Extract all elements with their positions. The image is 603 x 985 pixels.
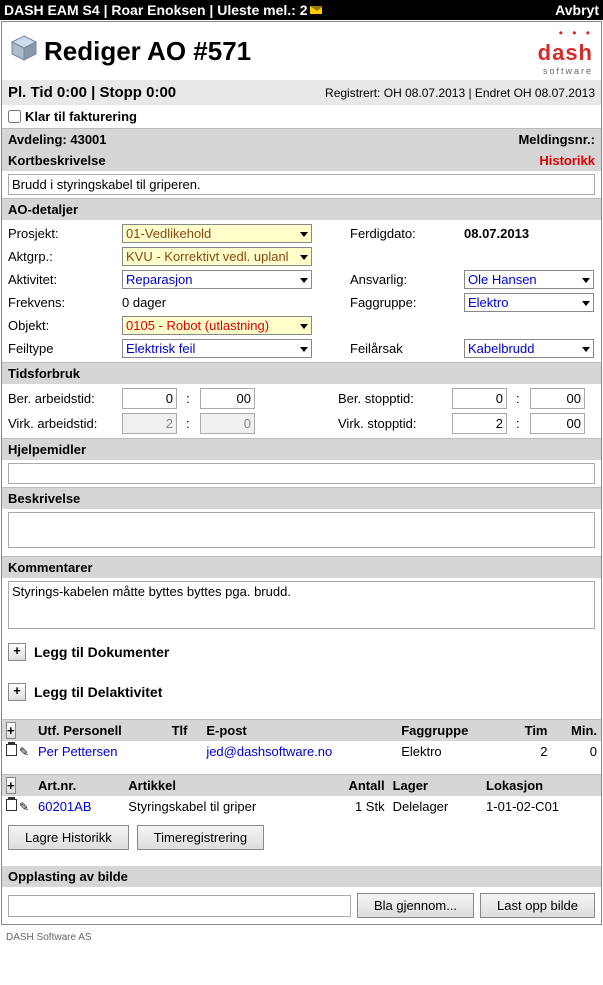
upload-button[interactable]: Last opp bilde [480,893,595,918]
kommentarer-title: Kommentarer [8,560,93,575]
ber-arbeid-label: Ber. arbeidstid: [8,391,118,406]
pers-h5: Tim [507,720,552,742]
short-desc-input[interactable] [8,174,595,195]
faggruppe-label: Faggruppe: [350,295,460,310]
beskrivelse-title: Beskrivelse [8,491,80,506]
artikkel-name: Styringskabel til griper [124,796,324,817]
ber-arbeid-h[interactable] [122,388,177,409]
feilarsak-select[interactable]: Kabelbrudd [464,339,594,358]
ber-stopp-label: Ber. stopptid: [338,391,448,406]
pers-h4: Faggruppe [397,720,506,742]
expand-dokumenter-button[interactable]: + [8,643,26,661]
feiltype-label: Feiltype [8,341,118,356]
artikkel-lager: Delelager [389,796,482,817]
aktgrp-select[interactable]: KVU - Korrektivt vedl. uplanl [122,247,312,266]
prosjekt-select[interactable]: 01-Vedlikehold [122,224,312,243]
dokumenter-title: Legg til Dokumenter [34,644,169,660]
ber-stopp-m[interactable] [530,388,585,409]
objekt-select[interactable]: 0105 - Robot (utlastning) [122,316,312,335]
browse-button[interactable]: Bla gjennom... [357,893,474,918]
art-h1: Art.nr. [34,775,124,797]
art-h2: Artikkel [124,775,324,797]
ready-invoice-label: Klar til fakturering [25,109,137,124]
add-personell-button[interactable]: + [6,722,16,739]
prosjekt-label: Prosjekt: [8,226,118,241]
virk-arbeid-h [122,413,177,434]
lagre-historikk-button[interactable]: Lagre Historikk [8,825,129,850]
trash-icon[interactable] [6,799,17,811]
file-path-box [8,895,351,917]
registered-info: Registrert: OH 08.07.2013 | Endret OH 08… [325,86,595,100]
personell-mail-link[interactable]: jed@dashsoftware.no [202,741,397,762]
topbar-text: DASH EAM S4 | Roar Enoksen | Uleste mel.… [4,2,307,18]
feiltype-select[interactable]: Elektrisk feil [122,339,312,358]
add-artikkel-button[interactable]: + [6,777,16,794]
tidsforbruk-title: Tidsforbruk [8,366,80,381]
cancel-button[interactable]: Avbryt [555,2,599,18]
aktivitet-label: Aktivitet: [8,272,118,287]
personell-group: Elektro [397,741,506,762]
artikkel-lokasjon: 1-01-02-C01 [482,796,601,817]
ansvarlig-select[interactable]: Ole Hansen [464,270,594,289]
ferdigdato-value: 08.07.2013 [464,226,594,241]
pers-h1: Utf. Personell [34,720,168,742]
beskrivelse-input[interactable] [8,512,595,548]
ready-invoice-checkbox[interactable] [8,110,21,123]
ao-details-title: AO-detaljer [8,202,78,217]
short-desc-label: Kortbeskrivelse [8,153,106,168]
ferdigdato-label: Ferdigdato: [350,226,460,241]
hjelpemidler-title: Hjelpemidler [8,442,86,457]
table-row: ✎ Per Pettersen jed@dashsoftware.no Elek… [2,741,601,762]
history-link[interactable]: Historikk [539,153,595,168]
pers-h3: E-post [202,720,397,742]
delaktivitet-title: Legg til Delaktivitet [34,684,162,700]
personell-tim: 2 [507,741,552,762]
artikkel-antall: 1 Stk [324,796,389,817]
virk-arbeid-m [200,413,255,434]
ber-stopp-h[interactable] [452,388,507,409]
feilarsak-label: Feilårsak [350,341,460,356]
page-title: Rediger AO #571 [10,34,251,69]
virk-stopp-m[interactable] [530,413,585,434]
virk-stopp-h[interactable] [452,413,507,434]
virk-arbeid-label: Virk. arbeidstid: [8,416,118,431]
art-h4: Lager [389,775,482,797]
ansvarlig-label: Ansvarlig: [350,272,460,287]
art-h3: Antall [324,775,389,797]
personell-min: 0 [552,741,602,762]
pers-h2: Tlf [168,720,203,742]
mail-icon[interactable] [309,5,323,15]
app-icon [10,34,38,69]
ber-arbeid-m[interactable] [200,388,255,409]
aktgrp-label: Aktgrp.: [8,249,118,264]
kommentarer-input[interactable]: Styrings-kabelen måtte byttes byttes pga… [8,581,595,629]
art-h5: Lokasjon [482,775,601,797]
footer-text: DASH Software AS [0,926,603,949]
department-label: Avdeling: 43001 [8,132,107,147]
upload-title: Opplasting av bilde [2,866,601,887]
personell-name-link[interactable]: Per Pettersen [34,741,168,762]
hjelpemidler-input[interactable] [8,463,595,484]
artnr-link[interactable]: 60201AB [34,796,124,817]
aktivitet-select[interactable]: Reparasjon [122,270,312,289]
edit-icon[interactable]: ✎ [19,800,29,814]
timeregistrering-button[interactable]: Timeregistrering [137,825,264,850]
frekvens-value: 0 dager [122,295,312,310]
expand-delaktivitet-button[interactable]: + [8,683,26,701]
plan-time: Pl. Tid 0:00 | Stopp 0:00 [8,84,176,101]
faggruppe-select[interactable]: Elektro [464,293,594,312]
table-row: ✎ 60201AB Styringskabel til griper 1 Stk… [2,796,601,817]
edit-icon[interactable]: ✎ [19,745,29,759]
trash-icon[interactable] [6,744,17,756]
frekvens-label: Frekvens: [8,295,118,310]
virk-stopp-label: Virk. stopptid: [338,416,448,431]
logo: • • • dash software [538,26,593,76]
objekt-label: Objekt: [8,318,118,333]
message-nr-label: Meldingsnr.: [518,132,595,147]
pers-h6: Min. [552,720,602,742]
